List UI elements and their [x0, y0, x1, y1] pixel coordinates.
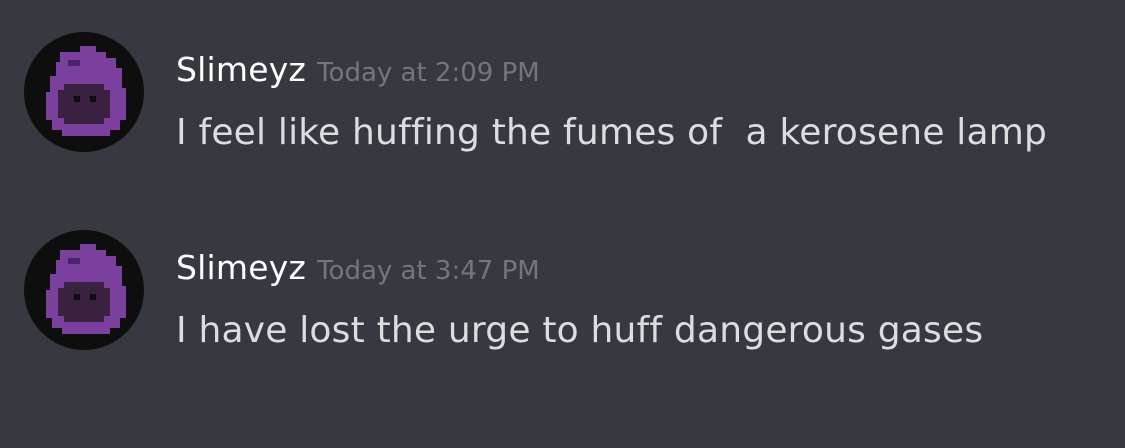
avatar[interactable] [24, 230, 144, 350]
message-header: Slimeyz Today at 2:09 PM [176, 50, 540, 89]
timestamp: Today at 2:09 PM [317, 58, 540, 88]
username[interactable]: Slimeyz [176, 50, 306, 89]
purple-slime-avatar-icon [46, 46, 126, 136]
chat-message: Slimeyz Today at 3:47 PM I have lost the… [0, 230, 1125, 370]
chat-message-list: Slimeyz Today at 2:09 PM I feel like huf… [0, 0, 1125, 448]
message-text: I feel like huffing the fumes of a keros… [176, 112, 1048, 153]
chat-message: Slimeyz Today at 2:09 PM I feel like huf… [0, 32, 1125, 172]
username[interactable]: Slimeyz [176, 248, 306, 287]
timestamp: Today at 3:47 PM [317, 256, 540, 286]
message-header: Slimeyz Today at 3:47 PM [176, 248, 540, 287]
purple-slime-avatar-icon [46, 244, 126, 334]
message-text: I have lost the urge to huff dangerous g… [176, 310, 984, 351]
avatar[interactable] [24, 32, 144, 152]
